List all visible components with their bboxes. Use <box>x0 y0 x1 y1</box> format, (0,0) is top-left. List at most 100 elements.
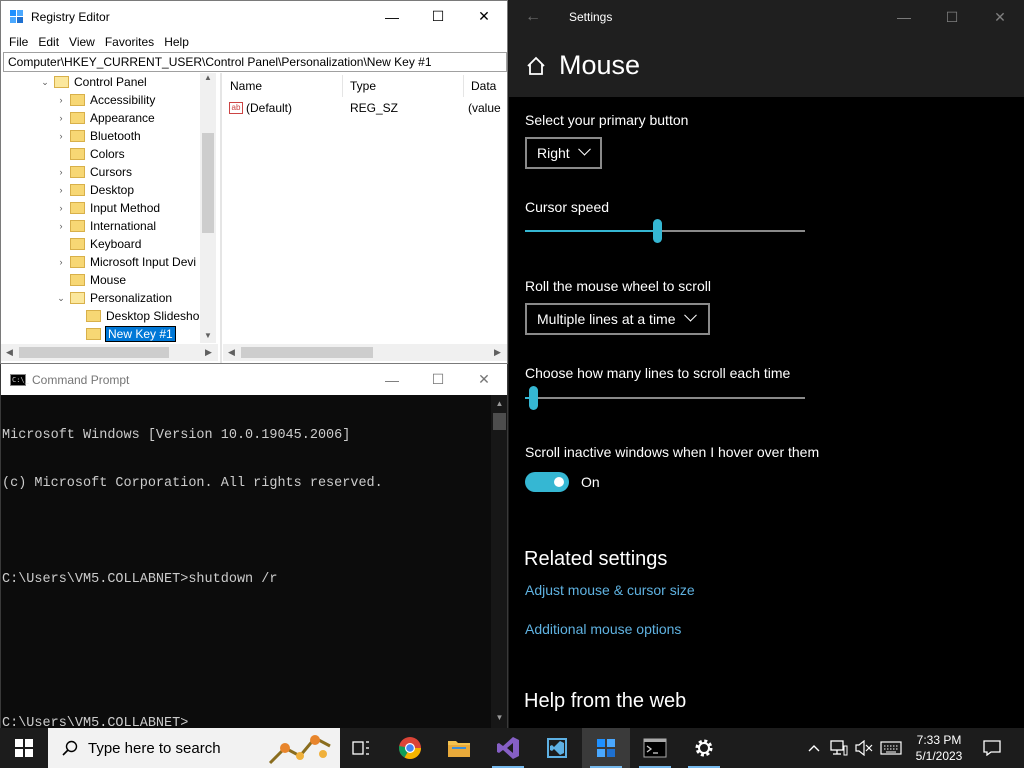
folder-icon <box>86 310 101 322</box>
tree-node[interactable]: › Desktop <box>1 181 217 199</box>
tree-node[interactable]: ⌄ Control Panel <box>1 73 217 91</box>
volume-button[interactable] <box>852 728 876 768</box>
pane-splitter[interactable] <box>220 73 222 363</box>
help-from-web-heading: Help from the web <box>524 690 687 712</box>
tree-node[interactable]: ⌄ Personalization <box>1 289 217 307</box>
tree-collapsed-icon[interactable]: › <box>55 113 67 123</box>
start-button[interactable] <box>0 728 48 768</box>
scrollbar-thumb[interactable] <box>493 413 506 430</box>
additional-mouse-options-link[interactable]: Additional mouse options <box>525 621 681 637</box>
cursor-speed-slider[interactable] <box>525 219 805 243</box>
scrollbar-thumb[interactable] <box>19 347 169 358</box>
tree-node[interactable]: › Microsoft Input Devi <box>1 253 217 271</box>
adjust-mouse-cursor-size-link[interactable]: Adjust mouse & cursor size <box>525 582 695 598</box>
touch-keyboard-button[interactable] <box>876 728 906 768</box>
column-header-name[interactable]: Name <box>223 75 343 97</box>
taskbar-search-box[interactable]: Type here to search <box>48 728 340 768</box>
scroll-left-arrow-icon[interactable]: ◀ <box>228 347 235 358</box>
tree-node[interactable]: › Accessibility <box>1 91 217 109</box>
settings-titlebar[interactable]: ← Settings — ☐ ✕ <box>509 0 1024 34</box>
tree-node[interactable]: › Appearance <box>1 109 217 127</box>
maximize-button[interactable]: ☐ <box>415 364 461 395</box>
tree-node[interactable]: › Cursors <box>1 163 217 181</box>
task-view-button[interactable] <box>337 728 385 768</box>
regedit-titlebar[interactable]: Registry Editor — ☐ ✕ <box>1 1 507 32</box>
scroll-up-arrow-icon[interactable]: ▲ <box>491 399 507 408</box>
taskbar-chrome[interactable] <box>386 728 434 768</box>
menu-favorites[interactable]: Favorites <box>100 35 159 49</box>
console-line: ​ <box>2 524 490 540</box>
keyboard-icon <box>880 741 902 755</box>
registry-editor-icon <box>597 739 615 757</box>
menu-view[interactable]: View <box>64 35 100 49</box>
taskbar-settings[interactable] <box>680 728 728 768</box>
network-status-button[interactable] <box>826 728 852 768</box>
console-output[interactable]: Microsoft Windows [Version 10.0.19045.20… <box>2 396 490 728</box>
taskbar-file-explorer[interactable] <box>435 728 483 768</box>
tree-expanded-icon[interactable]: ⌄ <box>39 77 51 88</box>
list-horizontal-scrollbar[interactable]: ◀ ▶ <box>223 344 507 361</box>
primary-button-dropdown[interactable]: Right <box>525 137 602 169</box>
menu-edit[interactable]: Edit <box>33 35 64 49</box>
scroll-down-arrow-icon[interactable]: ▼ <box>204 331 212 340</box>
tree-collapsed-icon[interactable]: › <box>55 131 67 141</box>
tree-node[interactable]: › Bluetooth <box>1 127 217 145</box>
scroll-right-arrow-icon[interactable]: ▶ <box>205 347 212 358</box>
close-button[interactable]: ✕ <box>976 2 1024 33</box>
tree-horizontal-scrollbar[interactable]: ◀ ▶ <box>1 344 218 361</box>
registry-value-row[interactable]: ab (Default) REG_SZ (value <box>223 98 507 118</box>
tree-collapsed-icon[interactable]: › <box>55 167 67 177</box>
slider-thumb[interactable] <box>653 219 662 243</box>
tree-vertical-scrollbar[interactable]: ▲ ▼ <box>200 73 216 343</box>
tree-collapsed-icon[interactable]: › <box>55 221 67 231</box>
tree-node[interactable]: Colors <box>1 145 217 163</box>
minimize-button[interactable]: — <box>369 364 415 395</box>
tree-collapsed-icon[interactable]: › <box>55 203 67 213</box>
tree-collapsed-icon[interactable]: › <box>55 95 67 105</box>
column-header-type[interactable]: Type <box>343 75 464 97</box>
tree-node[interactable]: Mouse <box>1 271 217 289</box>
lines-to-scroll-slider[interactable] <box>525 386 805 410</box>
tree-collapsed-icon[interactable]: › <box>55 185 67 195</box>
tree-node[interactable]: New Key #1 <box>1 325 217 343</box>
show-hidden-icons-button[interactable] <box>802 728 826 768</box>
home-icon[interactable] <box>525 55 547 77</box>
taskbar-command-prompt[interactable] <box>631 728 679 768</box>
scroll-left-arrow-icon[interactable]: ◀ <box>6 347 13 358</box>
scrollbar-thumb[interactable] <box>241 347 373 358</box>
taskbar-visual-studio[interactable] <box>484 728 532 768</box>
search-placeholder: Type here to search <box>88 739 221 757</box>
maximize-button[interactable]: ☐ <box>928 2 976 33</box>
cmd-vertical-scrollbar[interactable]: ▲ ▼ <box>491 395 507 728</box>
slider-thumb[interactable] <box>529 386 538 410</box>
tree-node[interactable]: Desktop Slidesho <box>1 307 217 325</box>
back-arrow-icon[interactable]: ← <box>509 8 557 26</box>
close-button[interactable]: ✕ <box>461 1 507 32</box>
tree-node[interactable]: › International <box>1 217 217 235</box>
menu-file[interactable]: File <box>4 35 33 49</box>
close-button[interactable]: ✕ <box>461 364 507 395</box>
tree-node[interactable]: › Input Method <box>1 199 217 217</box>
scrollbar-thumb[interactable] <box>202 133 214 233</box>
tree-expanded-icon[interactable]: ⌄ <box>55 293 67 304</box>
tree-collapsed-icon[interactable]: › <box>55 257 67 267</box>
scroll-inactive-toggle[interactable] <box>525 472 569 492</box>
tree-node[interactable]: Keyboard <box>1 235 217 253</box>
action-center-button[interactable] <box>972 728 1012 768</box>
taskbar-clock[interactable]: 7:33 PM 5/1/2023 <box>908 732 970 764</box>
values-list-header: Name Type Data <box>223 75 507 97</box>
menu-help[interactable]: Help <box>159 35 194 49</box>
regedit-menubar: File Edit View Favorites Help <box>1 32 507 52</box>
scroll-right-arrow-icon[interactable]: ▶ <box>494 347 501 358</box>
minimize-button[interactable]: — <box>369 1 415 32</box>
scroll-up-arrow-icon[interactable]: ▲ <box>204 73 212 82</box>
scroll-mode-dropdown[interactable]: Multiple lines at a time <box>525 303 710 335</box>
taskbar-registry-editor[interactable] <box>582 728 630 768</box>
minimize-button[interactable]: — <box>880 2 928 33</box>
scroll-down-arrow-icon[interactable]: ▼ <box>491 713 507 722</box>
column-header-data[interactable]: Data <box>464 75 507 97</box>
cmd-titlebar[interactable]: C:\_ Command Prompt — ☐ ✕ <box>1 364 507 395</box>
taskbar-visual-studio-installer[interactable] <box>533 728 581 768</box>
address-bar[interactable]: Computer\HKEY_CURRENT_USER\Control Panel… <box>3 52 507 72</box>
maximize-button[interactable]: ☐ <box>415 1 461 32</box>
